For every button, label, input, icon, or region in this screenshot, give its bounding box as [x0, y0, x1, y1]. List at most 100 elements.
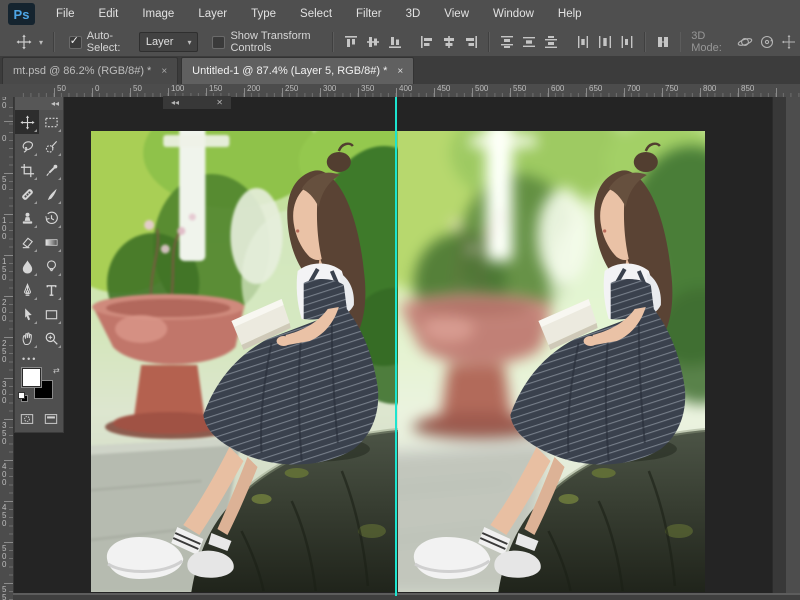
menu-layer[interactable]: Layer: [186, 0, 239, 28]
show-transform-checkbox[interactable]: [212, 36, 225, 49]
dist-left-icon[interactable]: [575, 34, 591, 50]
menu-view[interactable]: View: [432, 0, 481, 28]
brush-tool[interactable]: [39, 182, 63, 206]
separator: [644, 32, 646, 52]
menu-image[interactable]: Image: [130, 0, 186, 28]
photo-original-sharp[interactable]: [91, 131, 398, 592]
guide-line[interactable]: [395, 97, 397, 596]
vertical-scrollbar[interactable]: [772, 97, 787, 593]
blur-tool[interactable]: [15, 254, 39, 278]
ruler-tick-label: 0: [95, 84, 99, 93]
menu-edit[interactable]: Edit: [87, 0, 131, 28]
separator: [488, 32, 490, 52]
chevron-down-icon: ▾: [187, 38, 191, 47]
ruler-tick-label: 50: [57, 84, 66, 93]
align-hcenter-icon[interactable]: [441, 34, 457, 50]
auto-select-target-value: Layer: [146, 36, 174, 48]
ruler-tick-label: 0: [2, 135, 6, 143]
screen-mode-button[interactable]: [44, 412, 58, 426]
auto-select-target-dropdown[interactable]: Layer ▾: [139, 32, 199, 52]
dist-top-icon[interactable]: [499, 34, 515, 50]
vertical-ruler[interactable]: 5 005 01 0 01 5 02 0 02 5 03 0 03 5 04 0…: [0, 97, 14, 600]
menu-type[interactable]: Type: [239, 0, 288, 28]
ruler-tick-label: 150: [209, 84, 222, 93]
menu-file[interactable]: File: [44, 0, 87, 28]
ruler-tick-label: 5 0 0: [2, 545, 6, 569]
photo-background-blurred[interactable]: [398, 131, 705, 592]
separator: [332, 32, 334, 52]
align-right-icon[interactable]: [463, 34, 479, 50]
toolbox-header[interactable]: ◂◂: [15, 97, 63, 110]
auto-select-checkbox[interactable]: [69, 36, 82, 49]
3d-orbit-icon[interactable]: [737, 34, 753, 50]
collapse-panel-icon[interactable]: ◂◂: [171, 96, 179, 109]
align-bottom-icon[interactable]: [387, 34, 403, 50]
menu-window[interactable]: Window: [481, 0, 546, 28]
distribute-spacing-icon[interactable]: [655, 34, 671, 50]
swap-colors-icon[interactable]: ⇄: [53, 366, 60, 375]
document-tab[interactable]: mt.psd @ 86.2% (RGB/8#) * ×: [2, 57, 178, 84]
document-tab[interactable]: Untitled-1 @ 87.4% (Layer 5, RGB/8#) *×: [181, 57, 414, 84]
gradient-tool[interactable]: [39, 230, 63, 254]
tab-close-icon[interactable]: ×: [397, 66, 403, 77]
move-tool[interactable]: [15, 110, 39, 134]
menu-3d[interactable]: 3D: [394, 0, 433, 28]
photoshop-logo: Ps: [8, 3, 35, 25]
ruler-tick-label: 400: [399, 84, 412, 93]
menu-select[interactable]: Select: [288, 0, 344, 28]
shape-tool[interactable]: [39, 302, 63, 326]
horizontal-scrollbar[interactable]: [13, 593, 800, 600]
clone-stamp-tool[interactable]: [15, 206, 39, 230]
ruler-tick-label: 50: [133, 84, 142, 93]
ruler-tick-label: 5 5 0: [2, 586, 6, 600]
marquee-tool[interactable]: [39, 110, 63, 134]
align-left-icon[interactable]: [419, 34, 435, 50]
ruler-tick-label: 500: [475, 84, 488, 93]
3d-roll-icon[interactable]: [759, 34, 775, 50]
ruler-origin-corner[interactable]: [0, 84, 14, 98]
align-top-icon[interactable]: [343, 34, 359, 50]
separator: [680, 32, 682, 52]
eyedropper-tool[interactable]: [39, 158, 63, 182]
auto-select-label: Auto-Select:: [87, 30, 133, 54]
separator: [53, 32, 55, 52]
pen-tool[interactable]: [15, 278, 39, 302]
eraser-tool[interactable]: [15, 230, 39, 254]
tab-label: mt.psd @ 86.2% (RGB/8#) *: [13, 65, 151, 77]
lasso-tool[interactable]: [15, 134, 39, 158]
ruler-tick-label: 250: [285, 84, 298, 93]
healing-brush-tool[interactable]: [15, 182, 39, 206]
dist-hcenter-icon[interactable]: [597, 34, 613, 50]
dist-right-icon[interactable]: [619, 34, 635, 50]
ruler-tick-label: 800: [703, 84, 716, 93]
ruler-tick-label: 550: [513, 84, 526, 93]
3d-pan-icon[interactable]: [781, 34, 797, 50]
edit-toolbar-button[interactable]: •••: [15, 350, 63, 366]
show-transform-label: Show Transform Controls: [230, 30, 326, 54]
crop-tool[interactable]: [15, 158, 39, 182]
tab-close-icon[interactable]: ×: [161, 66, 167, 77]
dodge-tool[interactable]: [39, 254, 63, 278]
tool-preset-arrow-icon[interactable]: ▾: [39, 38, 43, 47]
dist-bottom-icon[interactable]: [543, 34, 559, 50]
ruler-tick-label: 2 5 0: [2, 340, 6, 364]
quick-selection-tool[interactable]: [39, 134, 63, 158]
type-tool[interactable]: [39, 278, 63, 302]
ruler-tick-label: 650: [589, 84, 602, 93]
dist-vcenter-icon[interactable]: [521, 34, 537, 50]
ruler-tick-label: 2 0 0: [2, 299, 6, 323]
history-brush-tool[interactable]: [39, 206, 63, 230]
menu-filter[interactable]: Filter: [344, 0, 394, 28]
horizontal-ruler[interactable]: 5005010015020025030035040045050055060065…: [13, 84, 800, 98]
move-tool-icon[interactable]: [16, 34, 32, 50]
hand-tool[interactable]: [15, 326, 39, 350]
quick-mask-button[interactable]: [20, 412, 34, 426]
options-bar: ▾ Auto-Select: Layer ▾ Show Transform Co…: [0, 28, 800, 57]
default-colors-icon[interactable]: [18, 392, 27, 401]
menu-help[interactable]: Help: [546, 0, 594, 28]
path-selection-tool[interactable]: [15, 302, 39, 326]
close-panel-icon[interactable]: ✕: [216, 96, 223, 109]
align-vcenter-icon[interactable]: [365, 34, 381, 50]
zoom-tool[interactable]: [39, 326, 63, 350]
foreground-color-swatch[interactable]: [22, 368, 41, 387]
